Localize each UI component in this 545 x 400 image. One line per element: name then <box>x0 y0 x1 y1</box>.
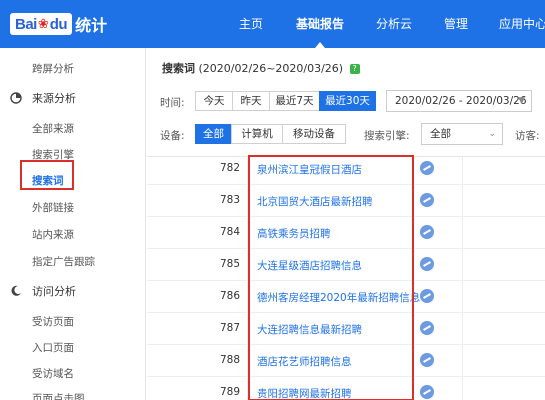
sidebar-item-ad-tracking[interactable]: 指定广告跟踪 <box>32 254 95 269</box>
sidebar-item-visited-domains[interactable]: 受访域名 <box>32 366 74 381</box>
nav-manage[interactable]: 管理 <box>444 0 468 48</box>
top-navbar: Bai ❀ du 统计 主页 基础报告 分析云 管理 应用中心 <box>0 0 545 48</box>
sidebar-group-source-label: 来源分析 <box>32 92 76 105</box>
nav-app-center[interactable]: 应用中心 <box>499 0 545 48</box>
time-yesterday-button[interactable]: 昨天 <box>232 91 270 111</box>
sidebar-group-source[interactable]: 来源分析 <box>10 90 76 106</box>
trend-icon[interactable] <box>420 353 434 367</box>
logo-du-text: du <box>49 15 68 33</box>
row-index: 782 <box>219 162 240 174</box>
row-index: 786 <box>219 290 240 302</box>
row-index: 785 <box>219 258 240 270</box>
help-icon[interactable]: ? <box>349 64 360 74</box>
highlight-box-keywords <box>248 155 414 400</box>
trend-icon[interactable] <box>420 161 434 175</box>
search-engine-label: 搜索引擎: <box>364 130 410 142</box>
time-30days-button[interactable]: 最近30天 <box>319 91 376 111</box>
time-today-button[interactable]: 今天 <box>195 91 233 111</box>
search-engine-select[interactable]: 全部 ⌄ <box>421 123 503 145</box>
device-mobile-button[interactable]: 移动设备 <box>282 124 346 144</box>
baidu-tongji-logo[interactable]: Bai ❀ du 统计 <box>10 12 107 36</box>
device-label: 设备: <box>160 130 185 142</box>
sidebar-group-visit-label: 访问分析 <box>32 285 76 298</box>
row-index: 784 <box>219 226 240 238</box>
sidebar-item-external-links[interactable]: 外部链接 <box>32 200 74 215</box>
sidebar-item-visited-pages[interactable]: 受访页面 <box>32 314 74 329</box>
row-index: 788 <box>219 354 240 366</box>
main-content: 搜索词 (2020/02/26~2020/03/26) ? 时间: 今天 昨天 … <box>147 48 545 400</box>
nav-home[interactable]: 主页 <box>239 0 263 48</box>
date-range-picker[interactable]: 2020/02/26 - 2020/03/26 ▼ <box>386 90 532 112</box>
sidebar-item-internal-source[interactable]: 站内来源 <box>32 227 74 242</box>
search-engine-value: 全部 <box>430 128 451 140</box>
trend-icon[interactable] <box>420 225 434 239</box>
paw-icon: ❀ <box>37 16 49 32</box>
trend-icon[interactable] <box>420 385 434 399</box>
trend-icon[interactable] <box>420 289 434 303</box>
row-index: 783 <box>219 194 240 206</box>
trend-icon[interactable] <box>420 193 434 207</box>
trend-icon[interactable] <box>420 257 434 271</box>
highlight-box-sidebar <box>20 160 74 190</box>
logo-tongji-text: 统计 <box>75 16 108 35</box>
baidu-logo-box: Bai ❀ du <box>10 13 73 35</box>
sidebar-item-all-sources[interactable]: 全部来源 <box>32 121 74 136</box>
sidebar-item-page-click-map[interactable]: 页面点击图 <box>32 391 85 400</box>
sidebar-group-visit[interactable]: 访问分析 <box>10 283 76 299</box>
chevron-down-icon: ▼ <box>518 96 525 106</box>
trend-icon[interactable] <box>420 321 434 335</box>
sidebar-item-entry-pages[interactable]: 入口页面 <box>32 340 74 355</box>
page-title-range: (2020/02/26~2020/03/26) <box>198 62 344 75</box>
row-index: 789 <box>219 386 240 398</box>
row-index: 787 <box>219 322 240 334</box>
page-title: 搜索词 (2020/02/26~2020/03/26) ? <box>162 60 360 76</box>
chevron-down-icon: ⌄ <box>488 129 496 139</box>
nav-analytics-cloud[interactable]: 分析云 <box>376 0 412 48</box>
time-label: 时间: <box>160 97 185 109</box>
visitor-label: 访客: <box>515 130 540 142</box>
page-title-text: 搜索词 <box>162 62 195 75</box>
sidebar: 跨屏分析 来源分析 全部来源 搜索引擎 搜索词 外部链接 站内来源 指定广告跟踪… <box>0 48 146 400</box>
date-range-value: 2020/02/26 - 2020/03/26 <box>395 95 527 107</box>
moon-icon <box>11 285 21 296</box>
device-computer-button[interactable]: 计算机 <box>231 124 283 144</box>
pie-chart-icon <box>10 92 22 104</box>
time-7days-button[interactable]: 最近7天 <box>269 91 320 111</box>
keyword-table: 782 泉州滨江皇冠假日酒店 783 北京国贸大酒店最新招聘 784 高铁乘务员… <box>147 155 545 400</box>
nav-basic-report[interactable]: 基础报告 <box>296 0 344 48</box>
device-all-button[interactable]: 全部 <box>195 124 232 144</box>
logo-bai-text: Bai <box>15 15 37 33</box>
sidebar-item-cross-screen[interactable]: 跨屏分析 <box>32 61 74 76</box>
